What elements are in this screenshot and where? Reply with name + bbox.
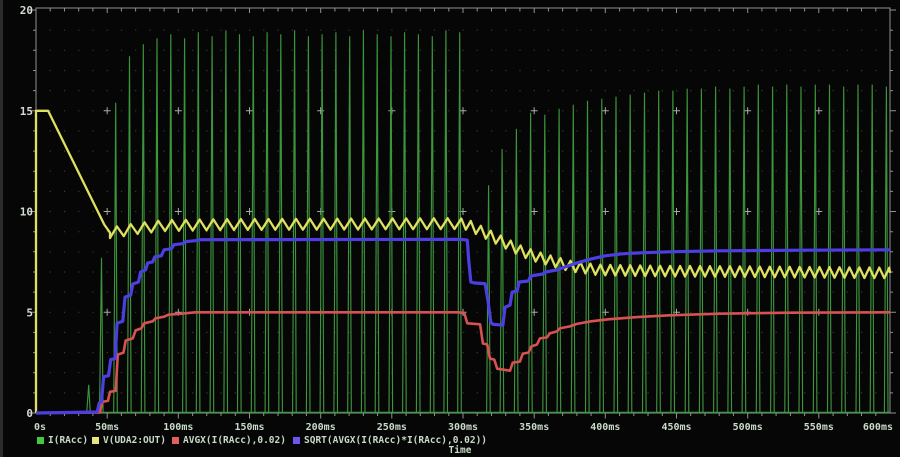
trace-marker-red-icon <box>172 437 179 444</box>
svg-text:0: 0 <box>26 407 33 420</box>
trace-avgx <box>36 312 890 413</box>
legend-label: I(RAcc) <box>48 435 88 446</box>
waveform-plot-canvas[interactable]: 0 5 10 15 20 0s 50ms 100ms 150ms 200ms 250ms 300ms 3… <box>0 0 900 457</box>
svg-text:450ms: 450ms <box>661 422 691 433</box>
svg-text:250ms: 250ms <box>377 422 407 433</box>
legend-label: AVGX(I(RAcc),0.02) <box>183 435 286 446</box>
svg-text:50ms: 50ms <box>95 422 119 433</box>
svg-text:500ms: 500ms <box>733 422 763 433</box>
svg-text:20: 20 <box>20 4 33 17</box>
svg-text:15: 15 <box>20 105 33 118</box>
svg-text:600ms: 600ms <box>863 422 893 433</box>
x-axis-labels: 0s 50ms 100ms 150ms 200ms 250ms 300ms 350ms 400m… <box>34 422 893 433</box>
svg-text:550ms: 550ms <box>804 422 834 433</box>
svg-text:300ms: 300ms <box>448 422 478 433</box>
svg-text:100ms: 100ms <box>163 422 193 433</box>
svg-text:5: 5 <box>26 306 33 319</box>
trace-marker-green-icon <box>37 437 44 444</box>
legend-item-avgx[interactable]: AVGX(I(RAcc),0.02) <box>172 435 286 446</box>
y-axis-labels: 0 5 10 15 20 <box>20 4 33 420</box>
legend-item-sqrt-avgx[interactable]: SQRT(AVGX(I(RAcc)*I(RAcc),0.02)) <box>293 435 487 446</box>
legend-label: V(UDA2:OUT) <box>103 435 166 446</box>
svg-text:350ms: 350ms <box>519 422 549 433</box>
probe-waveform-window: 0 5 10 15 20 0s 50ms 100ms 150ms 200ms 250ms 300ms 3… <box>0 0 900 457</box>
svg-text:400ms: 400ms <box>590 422 620 433</box>
svg-text:0s: 0s <box>34 422 46 433</box>
trace-marker-purple-icon <box>293 437 300 444</box>
legend-item-i-racc[interactable]: I(RAcc) <box>37 435 88 446</box>
legend-item-v-uda2-out[interactable]: V(UDA2:OUT) <box>92 435 166 446</box>
trace-marker-yellow-icon <box>92 437 99 444</box>
svg-text:150ms: 150ms <box>234 422 264 433</box>
legend-label: SQRT(AVGX(I(RAcc)*I(RAcc),0.02)) <box>304 435 487 446</box>
trace-v-uda2-out <box>36 111 890 413</box>
svg-text:10: 10 <box>20 206 33 219</box>
trace-sqrt-avgx <box>36 239 890 413</box>
svg-text:200ms: 200ms <box>306 422 336 433</box>
